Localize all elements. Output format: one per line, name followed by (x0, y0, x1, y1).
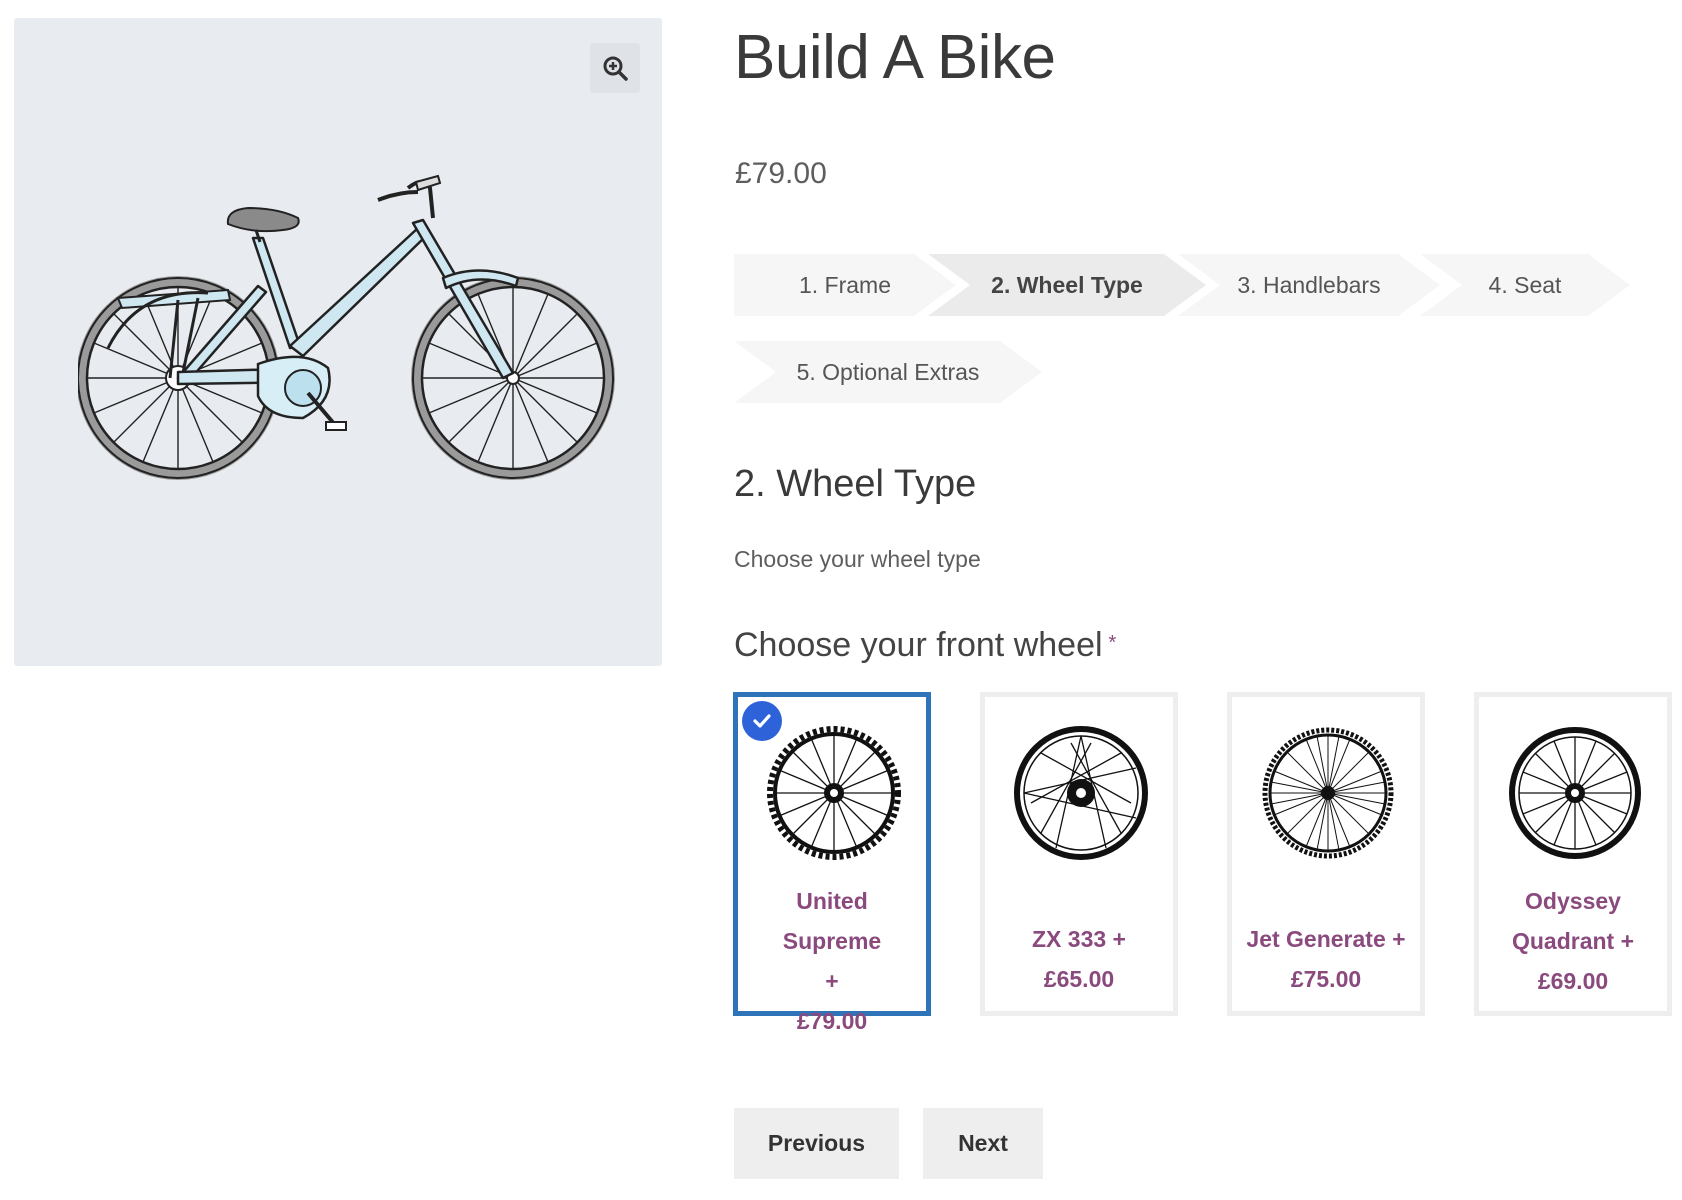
option-text: United Supreme + £79.00 (738, 881, 926, 1041)
step-handlebars[interactable]: 3. Handlebars (1178, 254, 1440, 316)
step-label: 4. Seat (1488, 271, 1562, 298)
option-text: Odyssey Quadrant + £69.00 (1479, 881, 1667, 1001)
option-name: United Supreme + (782, 888, 882, 994)
wheel-image (1014, 726, 1148, 860)
zoom-in-icon (603, 56, 628, 81)
section-description: Choose your wheel type (734, 546, 981, 572)
front-wheel-field-label: Choose your front wheel * (734, 626, 1116, 665)
step-frame[interactable]: 1. Frame (734, 254, 956, 316)
product-image-gallery (14, 18, 662, 666)
next-button[interactable]: Next (923, 1108, 1043, 1179)
option-price: £69.00 (1537, 968, 1609, 994)
section-heading: 2. Wheel Type (734, 463, 977, 505)
wheel-image (1509, 727, 1641, 859)
option-name: ZX 333 + (1032, 926, 1126, 952)
step-label: 2. Wheel Type (991, 271, 1143, 298)
option-price: £65.00 (1043, 966, 1115, 992)
step-label: 3. Handlebars (1237, 271, 1381, 298)
option-text: Jet Generate + £75.00 (1232, 919, 1420, 999)
zoom-button[interactable] (590, 43, 640, 93)
field-label-text: Choose your front wheel (734, 626, 1103, 664)
front-wheel (411, 276, 615, 480)
wheel-option-united-supreme[interactable]: United Supreme + £79.00 (733, 692, 931, 1034)
step-label: 1. Frame (798, 271, 892, 298)
option-text: ZX 333 + £65.00 (985, 919, 1173, 999)
option-name: Odyssey Quadrant + (1511, 888, 1635, 954)
wheel-image (767, 726, 901, 860)
product-price: £79.00 (735, 157, 827, 190)
option-name: Jet Generate + (1246, 926, 1406, 952)
product-title: Build A Bike (734, 23, 1056, 92)
selected-check-badge (742, 701, 782, 741)
previous-button[interactable]: Previous (734, 1108, 899, 1179)
wheel-image (1262, 727, 1394, 859)
required-indicator: * (1108, 632, 1117, 654)
step-label: 5. Optional Extras (796, 358, 980, 385)
step-optional-extras[interactable]: 5. Optional Extras (734, 341, 1042, 403)
step-wheel-type[interactable]: 2. Wheel Type (928, 254, 1206, 316)
wheel-option-odyssey-quadrant[interactable]: Odyssey Quadrant + £69.00 (1474, 692, 1672, 1016)
option-price: £79.00 (796, 1008, 868, 1034)
step-seat[interactable]: 4. Seat (1420, 254, 1630, 316)
wheel-option-zx-333[interactable]: ZX 333 + £65.00 (980, 692, 1178, 1016)
checkmark-icon (753, 714, 771, 728)
wheel-option-jet-generate[interactable]: Jet Generate + £75.00 (1227, 692, 1425, 1016)
bike-illustration (78, 174, 615, 480)
option-price: £75.00 (1290, 966, 1362, 992)
